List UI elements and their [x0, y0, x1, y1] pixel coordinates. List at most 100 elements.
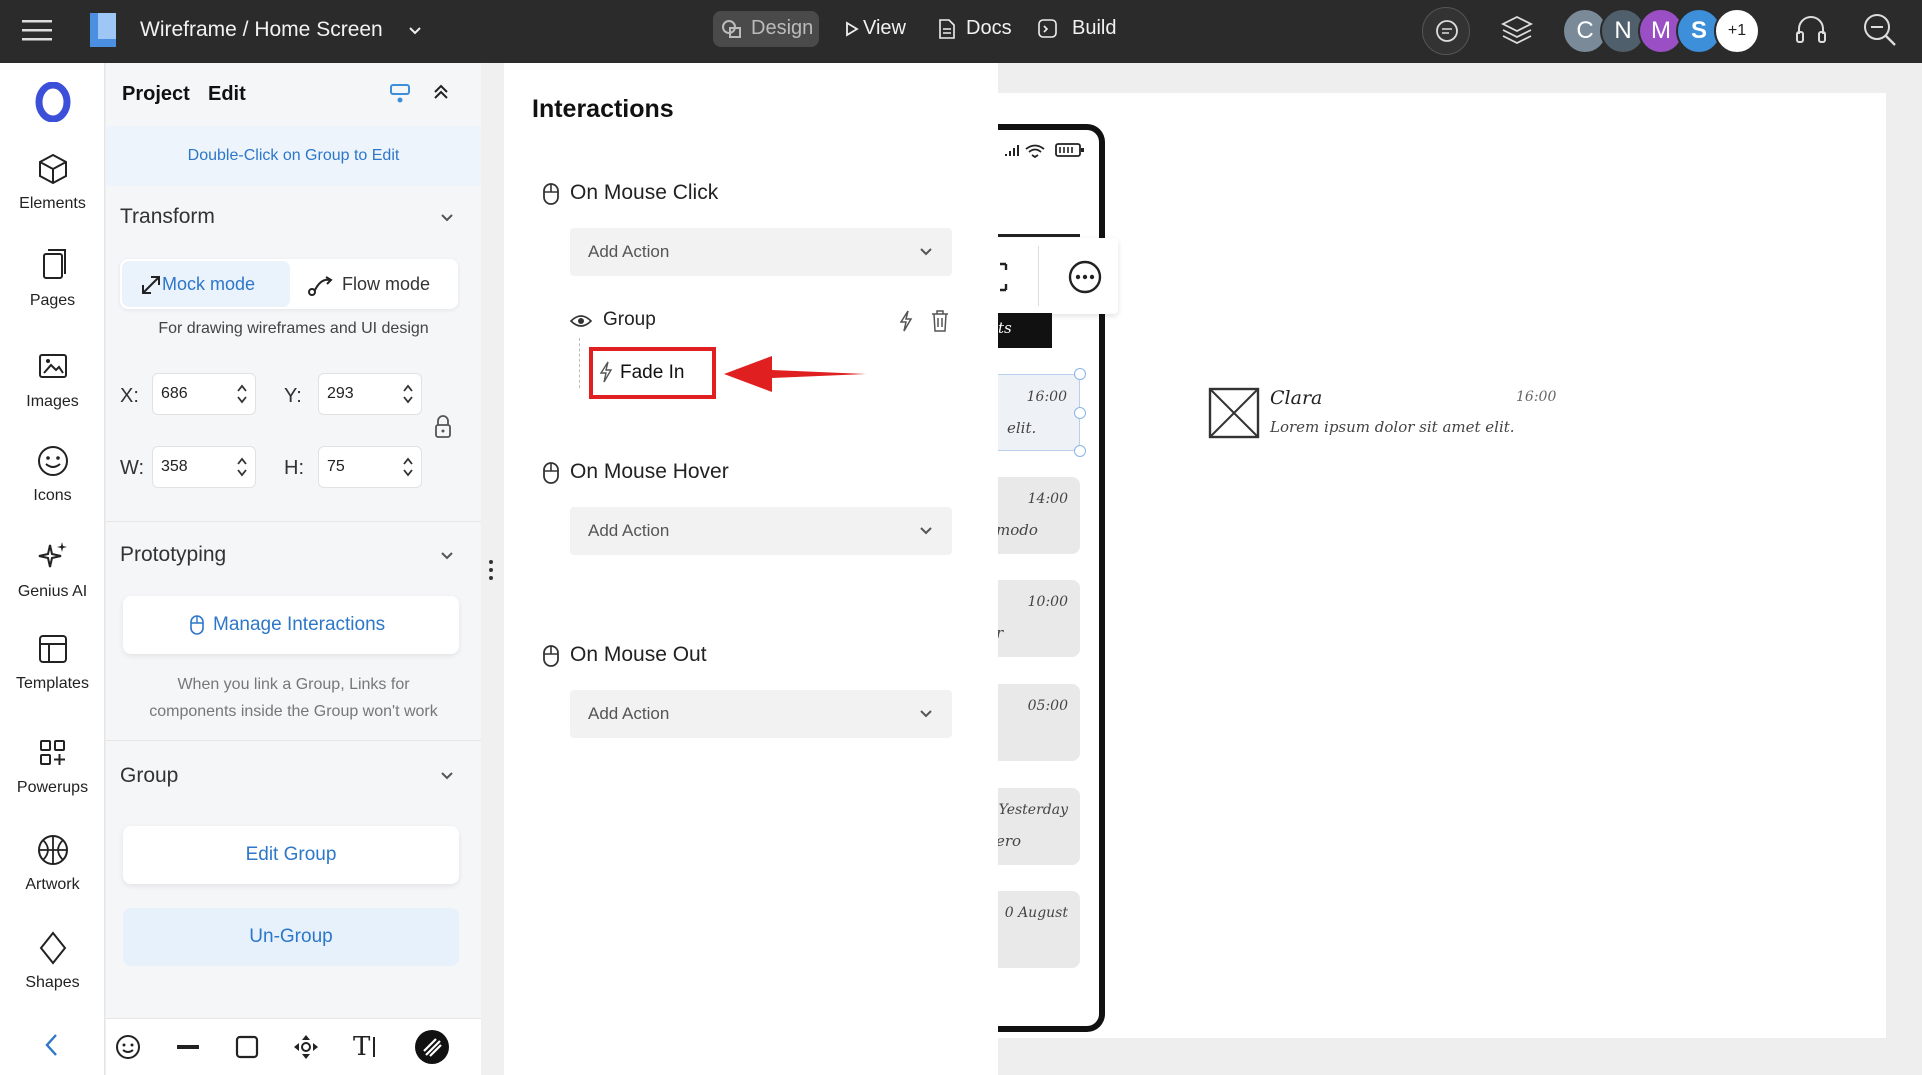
- avatar-more[interactable]: +1: [1714, 8, 1760, 54]
- rail-item-templates[interactable]: Templates: [0, 631, 105, 693]
- lightning-icon[interactable]: [898, 309, 914, 333]
- edit-group-button[interactable]: Edit Group: [123, 826, 459, 884]
- add-action-dropdown-click[interactable]: Add Action: [570, 228, 952, 276]
- brand-stamp-icon[interactable]: [414, 1029, 450, 1065]
- rectangle-tool-icon[interactable]: [233, 1033, 261, 1061]
- lock-icon[interactable]: [434, 415, 452, 439]
- stepper-icon[interactable]: [403, 457, 413, 477]
- list-item[interactable]: Yesterday ero: [990, 788, 1080, 865]
- panel-resize-handle[interactable]: [487, 558, 495, 582]
- chevron-down-icon[interactable]: [439, 548, 455, 564]
- rail-item-artwork[interactable]: Artwork: [0, 832, 105, 894]
- x-value: 686: [161, 385, 188, 402]
- add-action-dropdown-out[interactable]: Add Action: [570, 690, 952, 738]
- bottom-toolbar: T: [106, 1018, 481, 1075]
- flow-mode-button[interactable]: Flow mode: [292, 261, 456, 307]
- hint-bar: Double-Click on Group to Edit: [106, 126, 481, 186]
- flow-mode-label: Flow mode: [342, 274, 431, 294]
- event-mouse-click: On Mouse Click: [570, 181, 719, 204]
- sparkle-icon: [38, 542, 67, 568]
- h-value: 75: [327, 458, 345, 475]
- chevron-down-icon[interactable]: [408, 26, 422, 36]
- trash-icon[interactable]: [930, 309, 950, 333]
- mode-toggle: Mock mode Flow mode: [120, 259, 458, 309]
- interactions-title: Interactions: [532, 95, 674, 123]
- ungroup-button[interactable]: Un-Group: [123, 908, 459, 966]
- list-item[interactable]: 0 August: [990, 891, 1080, 968]
- document-title[interactable]: Wireframe / Home Screen: [140, 18, 383, 42]
- message-time: 16:00: [1516, 389, 1557, 405]
- line-tool-icon[interactable]: [174, 1033, 202, 1061]
- rail-item-elements[interactable]: Elements: [0, 151, 105, 213]
- list-item[interactable]: 05:00: [990, 684, 1080, 761]
- move-tool-icon[interactable]: [292, 1033, 320, 1061]
- rail-item-pages[interactable]: Pages: [0, 248, 105, 310]
- selection-handle[interactable]: [1074, 407, 1086, 419]
- phone-toolbar: [990, 238, 1118, 314]
- interactions-panel: Interactions On Mouse Click Add Action G…: [504, 63, 998, 1075]
- more-options-icon[interactable]: [1068, 260, 1102, 294]
- top-bar: Wireframe / Home Screen Design View Docs…: [0, 0, 1922, 63]
- chevron-down-icon[interactable]: [439, 768, 455, 784]
- tab-project[interactable]: Project: [122, 83, 190, 106]
- message-item[interactable]: Clara 16:00 Lorem ipsum dolor sit amet e…: [1208, 385, 1568, 445]
- rail-label: Icons: [33, 487, 72, 504]
- document-icon: [939, 19, 955, 39]
- preview-icon[interactable]: [388, 81, 412, 105]
- phone-tab-black[interactable]: ts: [990, 313, 1052, 348]
- rail-label: Artwork: [25, 876, 80, 893]
- phone-header-line: [998, 234, 1080, 237]
- collapse-up-icon[interactable]: [432, 83, 450, 101]
- list-item[interactable]: 14:00 modo: [990, 477, 1080, 554]
- manage-interactions-button[interactable]: Manage Interactions: [123, 596, 459, 654]
- hamburger-menu-icon[interactable]: [22, 18, 54, 44]
- headset-icon[interactable]: [1794, 14, 1828, 46]
- eye-icon[interactable]: [570, 314, 592, 328]
- selection-handle[interactable]: [1074, 368, 1086, 380]
- resize-arrows-icon: [142, 276, 160, 294]
- frame-icon[interactable]: [998, 262, 1012, 292]
- mock-mode-button[interactable]: Mock mode: [122, 261, 290, 307]
- stepper-icon[interactable]: [237, 384, 247, 404]
- design-tab[interactable]: Design: [713, 11, 819, 47]
- effect-fade-in[interactable]: Fade In: [589, 347, 716, 399]
- prototyping-note: When you link a Group, Links for: [177, 676, 410, 693]
- ungroup-label: Un-Group: [249, 926, 333, 947]
- mouse-icon: [543, 645, 559, 667]
- list-item[interactable]: 16:00 elit.: [990, 374, 1080, 451]
- y-input[interactable]: 293: [318, 373, 422, 415]
- stepper-icon[interactable]: [237, 457, 247, 477]
- x-input[interactable]: 686: [152, 373, 256, 415]
- tab-edit[interactable]: Edit: [208, 83, 246, 106]
- y-label: Y:: [284, 385, 302, 407]
- tree-connector: [579, 338, 580, 388]
- dropdown-placeholder: Add Action: [588, 242, 670, 261]
- h-input[interactable]: 75: [318, 446, 422, 488]
- message-text: Lorem ipsum dolor sit amet elit.: [1270, 418, 1515, 436]
- collapse-back-icon[interactable]: [42, 1031, 62, 1059]
- zoom-out-icon[interactable]: [1862, 12, 1898, 48]
- selection-handle[interactable]: [1074, 445, 1086, 457]
- powerups-icon: [39, 740, 65, 765]
- diamond-icon: [39, 931, 66, 965]
- stepper-icon[interactable]: [403, 384, 413, 404]
- layers-icon[interactable]: [1500, 14, 1534, 46]
- rail-item-shapes[interactable]: Shapes: [0, 930, 105, 992]
- rail-item-icons[interactable]: Icons: [0, 443, 105, 505]
- images-icon: [38, 354, 67, 378]
- chevron-down-icon: [920, 710, 932, 718]
- text-tool-icon[interactable]: T: [352, 1031, 384, 1061]
- add-action-dropdown-hover[interactable]: Add Action: [570, 507, 952, 555]
- comments-button[interactable]: [1422, 7, 1470, 55]
- chevron-down-icon[interactable]: [439, 210, 455, 226]
- w-input[interactable]: 358: [152, 446, 256, 488]
- artboard[interactable]: [998, 93, 1886, 1038]
- rail-item-images[interactable]: Images: [0, 349, 105, 411]
- smiley-icon[interactable]: [114, 1033, 142, 1061]
- rail-item-genius-ai[interactable]: Genius AI: [0, 539, 105, 601]
- brand-logo[interactable]: [33, 82, 73, 122]
- list-item[interactable]: 10:00 r: [990, 580, 1080, 657]
- rail-item-powerups[interactable]: Powerups: [0, 735, 105, 797]
- image-placeholder-icon: [1208, 387, 1260, 439]
- pages-icon: [42, 249, 66, 279]
